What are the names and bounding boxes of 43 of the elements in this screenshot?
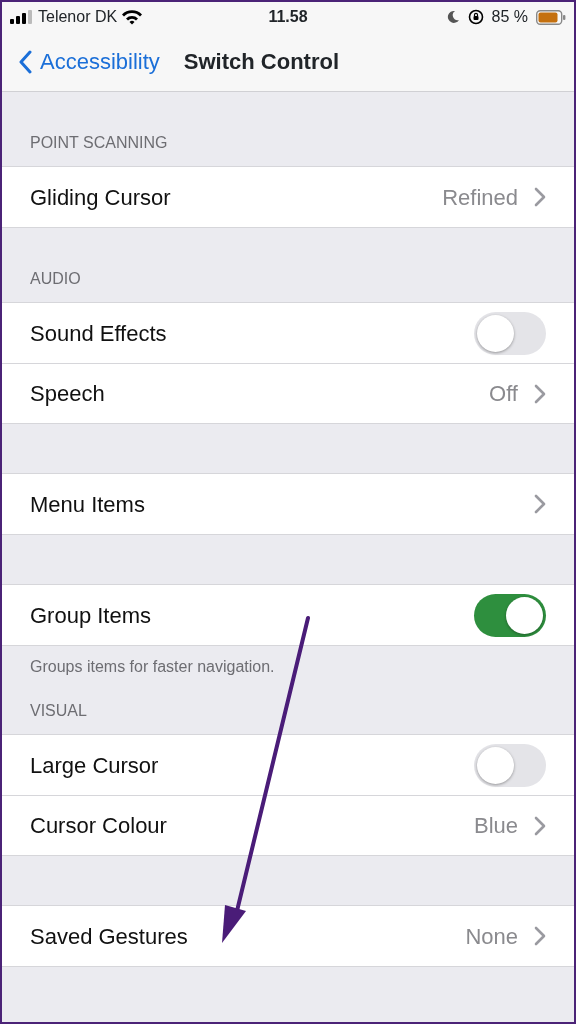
row-label: Menu Items [30, 490, 146, 519]
settings-row[interactable]: Group Items [2, 585, 574, 645]
moon-icon [445, 10, 460, 24]
row-label: Saved Gestures [30, 922, 189, 951]
toggle-switch[interactable] [474, 743, 546, 787]
page-title: Switch Control [183, 48, 340, 76]
chevron-icon [534, 926, 546, 946]
row-label: Speech [30, 380, 106, 408]
back-chevron-icon[interactable] [18, 49, 32, 74]
row-value: None [465, 922, 518, 951]
row-value: Blue [473, 812, 518, 840]
section-header: POINT SCANNING [29, 133, 169, 153]
section-header: AUDIO [29, 269, 82, 289]
row-value: Off [489, 380, 518, 408]
row-label: Cursor Colour [30, 812, 168, 840]
carrier-name: Telenor DK [38, 7, 118, 27]
toggle-switch[interactable] [474, 593, 546, 637]
signal-icon [10, 10, 34, 24]
section-footer: Groups items for faster navigation. [2, 646, 574, 678]
settings-row[interactable]: Saved Gestures None [2, 906, 574, 966]
section-header: VISUAL [29, 701, 88, 721]
chevron-icon [534, 815, 546, 836]
toggle-switch[interactable] [474, 311, 546, 355]
row-label: Sound Effects [30, 319, 168, 348]
row-label: Group Items [30, 601, 153, 630]
settings-row[interactable]: Menu Items [2, 474, 574, 534]
battery-percent: 85 % [491, 7, 528, 27]
status-time: 11.58 [267, 7, 309, 27]
settings-row[interactable]: Cursor Colour Blue [2, 795, 574, 855]
row-label: Large Cursor [30, 751, 160, 780]
battery-icon [536, 9, 566, 25]
chevron-icon [534, 494, 546, 514]
settings-row[interactable]: Large Cursor [2, 735, 574, 795]
chevron-icon [534, 383, 546, 404]
wifi-icon [121, 9, 144, 25]
row-value: Refined [442, 183, 518, 212]
row-label: Gliding Cursor [30, 183, 172, 212]
rotation-lock-icon [467, 9, 484, 25]
settings-row[interactable]: Sound Effects [2, 303, 574, 363]
settings-row[interactable]: Speech Off [2, 363, 574, 423]
settings-row[interactable]: Gliding Cursor Refined [2, 167, 574, 227]
chevron-icon [534, 187, 546, 207]
back-button[interactable]: Accessibility [18, 45, 160, 78]
